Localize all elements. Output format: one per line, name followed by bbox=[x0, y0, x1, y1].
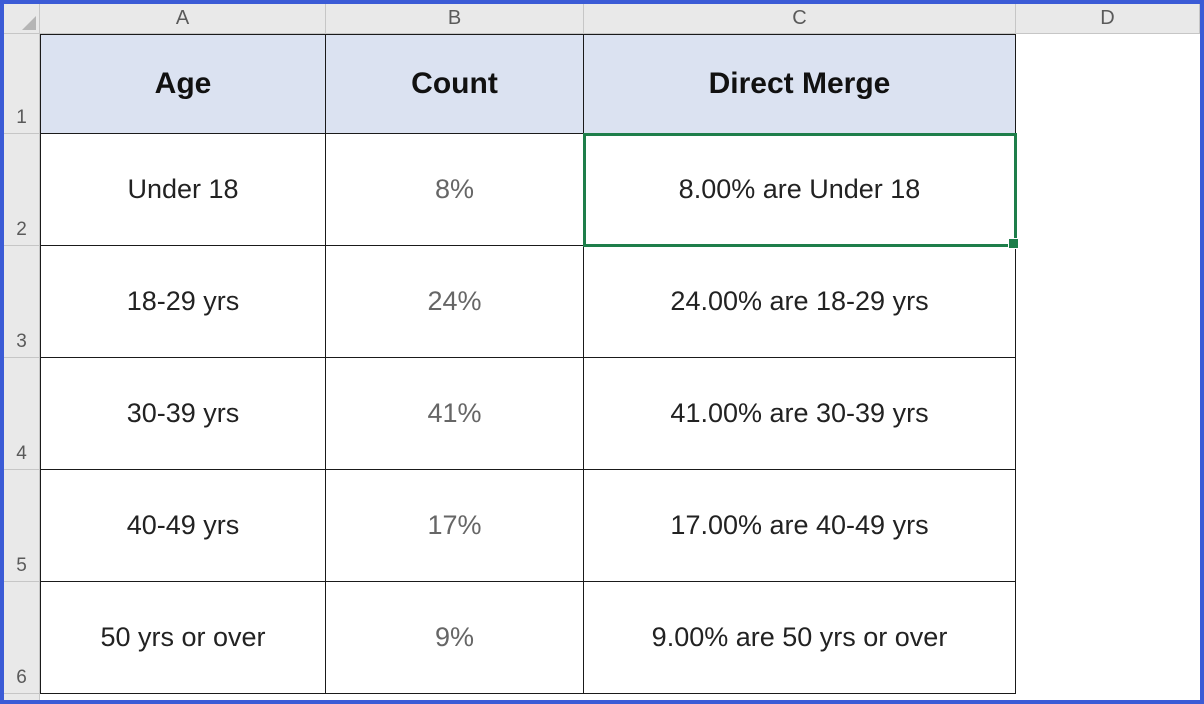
select-all-triangle[interactable] bbox=[4, 4, 40, 33]
row-header-5[interactable]: 5 bbox=[4, 470, 39, 582]
cell-C4[interactable]: 41.00% are 30-39 yrs bbox=[584, 358, 1016, 470]
cell-D5[interactable] bbox=[1016, 470, 1200, 582]
table-row: 18-29 yrs 24% 24.00% are 18-29 yrs bbox=[40, 246, 1200, 358]
cell-D3[interactable] bbox=[1016, 246, 1200, 358]
row-header-2[interactable]: 2 bbox=[4, 134, 39, 246]
cell-D6[interactable] bbox=[1016, 582, 1200, 694]
cell-A3[interactable]: 18-29 yrs bbox=[40, 246, 326, 358]
table-row: 40-49 yrs 17% 17.00% are 40-49 yrs bbox=[40, 470, 1200, 582]
cell-C5[interactable]: 17.00% are 40-49 yrs bbox=[584, 470, 1016, 582]
cell-A2[interactable]: Under 18 bbox=[40, 134, 326, 246]
cell-B1[interactable]: Count bbox=[326, 34, 584, 134]
cell-D4[interactable] bbox=[1016, 358, 1200, 470]
table-row: Under 18 8% 8.00% are Under 18 bbox=[40, 134, 1200, 246]
cell-A6[interactable]: 50 yrs or over bbox=[40, 582, 326, 694]
column-header-C[interactable]: C bbox=[584, 4, 1016, 33]
cell-A4[interactable]: 30-39 yrs bbox=[40, 358, 326, 470]
row-header-3[interactable]: 3 bbox=[4, 246, 39, 358]
cell-C3[interactable]: 24.00% are 18-29 yrs bbox=[584, 246, 1016, 358]
cell-C2[interactable]: 8.00% are Under 18 bbox=[584, 134, 1016, 246]
row-headers: 1 2 3 4 5 6 bbox=[4, 34, 40, 700]
table-row: Age Count Direct Merge bbox=[40, 34, 1200, 134]
spreadsheet-viewport: A B C D 1 2 3 4 5 6 Age Count Direct Mer… bbox=[0, 0, 1204, 704]
row-header-4[interactable]: 4 bbox=[4, 358, 39, 470]
table-row: 50 yrs or over 9% 9.00% are 50 yrs or ov… bbox=[40, 582, 1200, 694]
column-headers: A B C D bbox=[4, 4, 1200, 34]
cell-C6[interactable]: 9.00% are 50 yrs or over bbox=[584, 582, 1016, 694]
row-header-1[interactable]: 1 bbox=[4, 34, 39, 134]
cell-C1[interactable]: Direct Merge bbox=[584, 34, 1016, 134]
cell-B3[interactable]: 24% bbox=[326, 246, 584, 358]
cell-B6[interactable]: 9% bbox=[326, 582, 584, 694]
column-header-B[interactable]: B bbox=[326, 4, 584, 33]
cell-D1[interactable] bbox=[1016, 34, 1200, 134]
cell-A1[interactable]: Age bbox=[40, 34, 326, 134]
cell-B2[interactable]: 8% bbox=[326, 134, 584, 246]
cell-B5[interactable]: 17% bbox=[326, 470, 584, 582]
table-row: 30-39 yrs 41% 41.00% are 30-39 yrs bbox=[40, 358, 1200, 470]
cell-grid: Age Count Direct Merge Under 18 8% 8.00%… bbox=[40, 34, 1200, 700]
row-header-6[interactable]: 6 bbox=[4, 582, 39, 694]
cell-B4[interactable]: 41% bbox=[326, 358, 584, 470]
column-header-A[interactable]: A bbox=[40, 4, 326, 33]
column-header-D[interactable]: D bbox=[1016, 4, 1200, 33]
cell-D2[interactable] bbox=[1016, 134, 1200, 246]
cell-A5[interactable]: 40-49 yrs bbox=[40, 470, 326, 582]
